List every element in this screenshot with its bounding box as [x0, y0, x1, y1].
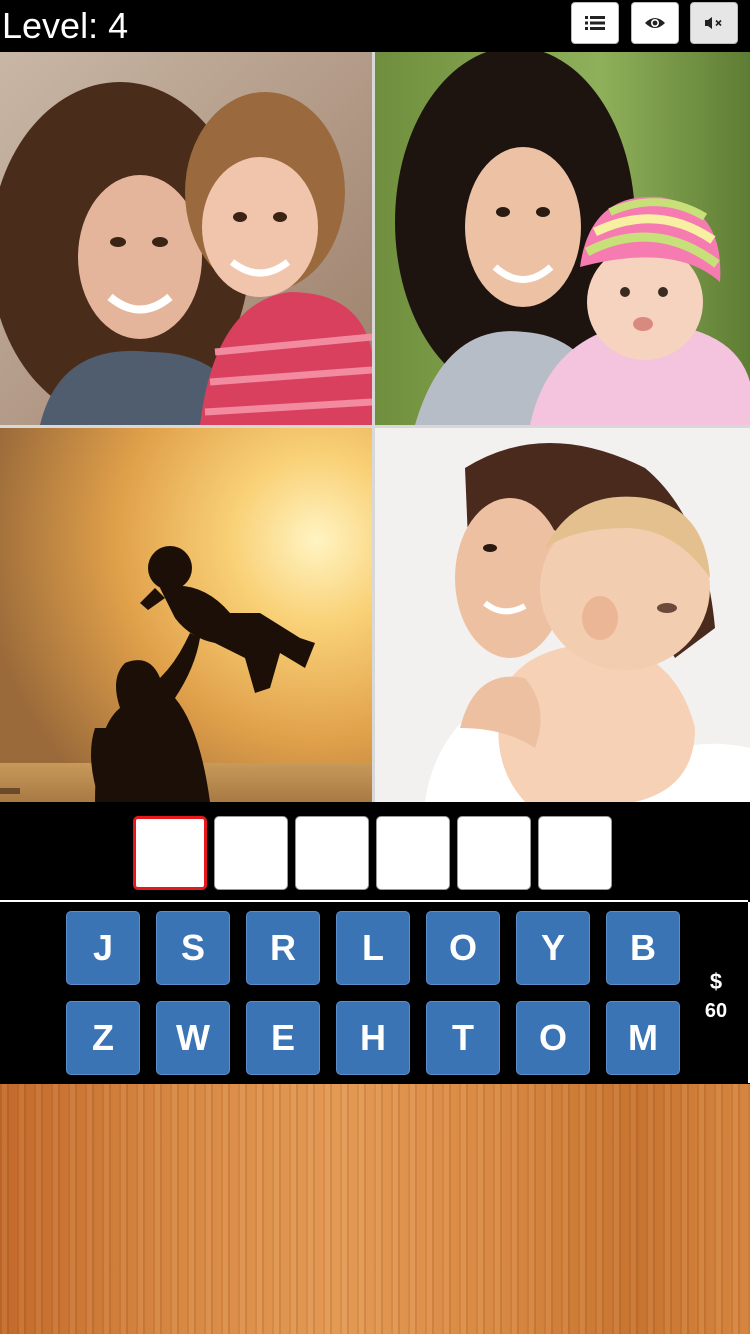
coin-balance: $ 60: [694, 968, 738, 1026]
letter-key[interactable]: O: [516, 1001, 590, 1075]
letter-key[interactable]: Y: [516, 911, 590, 985]
letter-key[interactable]: M: [606, 1001, 680, 1075]
letter-key[interactable]: E: [246, 1001, 320, 1075]
answer-slot-1[interactable]: [133, 816, 207, 890]
top-bar: Level: 4: [0, 0, 750, 52]
coin-symbol: $: [709, 969, 723, 994]
menu-list-button[interactable]: [571, 2, 619, 44]
hint-reveal-button[interactable]: [631, 2, 679, 44]
letter-key[interactable]: O: [426, 911, 500, 985]
coin-amount: 60: [704, 1000, 728, 1022]
speaker-mute-icon: [705, 17, 722, 29]
mother-daughter-image: [0, 52, 372, 425]
letter-key[interactable]: R: [246, 911, 320, 985]
photo-mother-holding-baby[interactable]: [375, 428, 750, 802]
letter-key[interactable]: J: [66, 911, 140, 985]
letter-key[interactable]: H: [336, 1001, 410, 1075]
answer-slot-4[interactable]: [376, 816, 450, 890]
photo-grid: [0, 52, 750, 802]
silhouette-sunset-image: [0, 428, 372, 802]
letter-key[interactable]: L: [336, 911, 410, 985]
wood-background: [0, 1084, 750, 1334]
letter-key[interactable]: S: [156, 911, 230, 985]
list-icon: [585, 16, 605, 30]
mother-baby-hat-image: [375, 52, 750, 425]
letter-keyboard: J S R L O Y B Z W E H T O M: [0, 902, 750, 1083]
level-indicator: Level: 4: [2, 5, 129, 46]
eye-icon: [645, 18, 665, 28]
letter-key[interactable]: W: [156, 1001, 230, 1075]
photo-mother-daughter[interactable]: [0, 52, 372, 425]
letter-key[interactable]: B: [606, 911, 680, 985]
letter-key[interactable]: T: [426, 1001, 500, 1075]
mother-holding-baby-image: [375, 428, 750, 802]
answer-slot-3[interactable]: [295, 816, 369, 890]
letter-key[interactable]: Z: [66, 1001, 140, 1075]
photo-mother-baby-hat[interactable]: [375, 52, 750, 425]
answer-slot-6[interactable]: [538, 816, 612, 890]
sound-toggle-button[interactable]: [690, 2, 738, 44]
answer-slot-5[interactable]: [457, 816, 531, 890]
answer-row: [0, 804, 748, 902]
answer-slot-2[interactable]: [214, 816, 288, 890]
photo-silhouette-sunset[interactable]: [0, 428, 372, 802]
